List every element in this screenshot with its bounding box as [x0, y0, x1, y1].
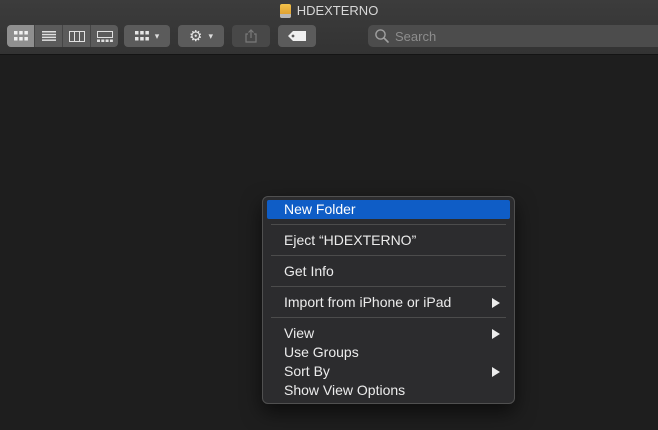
search-icon: [375, 29, 389, 43]
menu-separator: [271, 255, 506, 256]
menu-item-import-from-iphone[interactable]: Import from iPhone or iPad: [267, 293, 510, 312]
action-button[interactable]: ⚙ ▾: [178, 25, 224, 47]
list-view-icon: [41, 31, 56, 41]
submenu-arrow-icon: [492, 367, 500, 377]
icon-view-icon: [13, 31, 28, 41]
menu-item-label: Use Groups: [284, 344, 359, 360]
toolbar: HDEXTERNO ▾ ⚙ ▾ Search: [0, 0, 658, 55]
menu-separator: [271, 286, 506, 287]
column-view-button[interactable]: [63, 25, 91, 47]
menu-separator: [271, 317, 506, 318]
menu-item-label: Show View Options: [284, 382, 406, 398]
menu-item-label: Import from iPhone or iPad: [284, 294, 452, 310]
window-title: HDEXTERNO: [0, 2, 658, 20]
tag-icon: [288, 31, 306, 41]
menu-item-new-folder[interactable]: New Folder: [267, 200, 510, 219]
column-view-icon: [68, 30, 85, 42]
gear-icon: ⚙: [189, 27, 203, 45]
menu-item-view[interactable]: View: [267, 324, 510, 343]
menu-separator: [271, 224, 506, 225]
menu-item-label: Get Info: [284, 263, 334, 279]
external-drive-icon: [279, 3, 291, 18]
list-view-button[interactable]: [35, 25, 63, 47]
group-icon: [134, 31, 149, 41]
gallery-view-icon: [96, 30, 113, 42]
menu-item-sort-by[interactable]: Sort By: [267, 362, 510, 381]
menu-item-show-view-options[interactable]: Show View Options: [267, 381, 510, 400]
share-button[interactable]: [232, 25, 270, 47]
menu-item-label: View: [284, 325, 315, 341]
submenu-arrow-icon: [492, 298, 500, 308]
submenu-arrow-icon: [492, 329, 500, 339]
chevron-down-icon: ▾: [208, 30, 213, 41]
share-icon: [245, 29, 257, 43]
tags-button[interactable]: [278, 25, 316, 47]
search-field[interactable]: [368, 25, 658, 47]
context-menu: New Folder Eject “HDEXTERNO” Get Info Im…: [262, 196, 515, 404]
window-title-text: HDEXTERNO: [296, 3, 379, 18]
view-mode-control: [7, 25, 118, 47]
menu-item-eject[interactable]: Eject “HDEXTERNO”: [267, 231, 510, 250]
menu-item-label: Sort By: [284, 363, 330, 379]
menu-item-use-groups[interactable]: Use Groups: [267, 343, 510, 362]
menu-item-label: New Folder: [284, 201, 356, 217]
chevron-down-icon: ▾: [154, 30, 160, 41]
gallery-view-button[interactable]: [91, 25, 118, 47]
menu-item-label: Eject “HDEXTERNO”: [284, 232, 417, 248]
menu-item-get-info[interactable]: Get Info: [267, 262, 510, 281]
group-button[interactable]: ▾: [124, 25, 170, 47]
icon-view-button[interactable]: [7, 25, 35, 47]
search-input[interactable]: [393, 27, 647, 45]
